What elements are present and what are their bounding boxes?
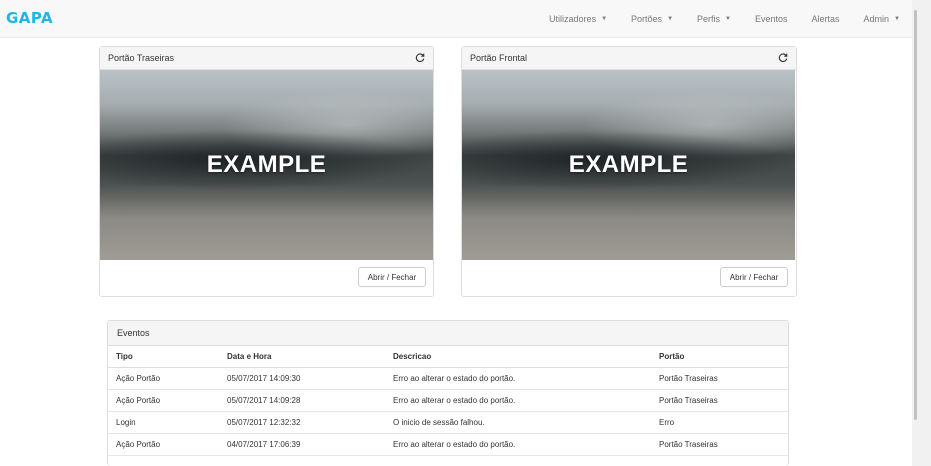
cell-portao: Portão Traseiras	[651, 367, 788, 390]
panel-heading: Portão Frontal	[462, 47, 796, 70]
nav-menu: Utilizadores ▼ Portões ▼ Perfis ▼ Evento…	[537, 0, 912, 37]
page-scrollbar-thumb[interactable]	[914, 10, 917, 420]
cell-portao: Portão Traseiras	[651, 433, 788, 456]
nav-item-portoes[interactable]: Portões ▼	[619, 0, 685, 37]
panel-heading: Portão Traseiras	[100, 47, 433, 70]
table-header-row: Tipo Data e Hora Descricao Portão	[108, 346, 788, 368]
cell-descricao: O inicio de sessão falhou.	[385, 411, 651, 434]
nav-item-eventos[interactable]: Eventos	[743, 0, 800, 37]
column-header-tipo: Tipo	[108, 346, 219, 368]
nav-item-label: Utilizadores	[549, 13, 597, 24]
nav-item-alertas[interactable]: Alertas	[800, 0, 852, 37]
brand-logo[interactable]: GAPA	[6, 9, 53, 27]
table-row: Ação Portão 05/07/2017 14:09:30 Erro ao …	[108, 367, 788, 390]
table-row: Login 05/07/2017 12:32:32 O inicio de se…	[108, 411, 788, 434]
camera-feed-label: EXAMPLE	[206, 151, 327, 178]
cell-tipo: Ação Portão	[108, 367, 219, 390]
refresh-icon[interactable]	[778, 53, 788, 63]
cell-data-hora: 05/07/2017 14:09:30	[219, 367, 385, 390]
camera-title: Portão Frontal	[470, 53, 528, 63]
camera-feed-image: EXAMPLE	[100, 70, 433, 260]
caret-down-icon: ▼	[601, 15, 608, 22]
camera-feed-image: EXAMPLE	[462, 70, 795, 260]
caret-down-icon: ▼	[725, 15, 731, 22]
cell-data-hora: 05/07/2017 14:09:28	[219, 389, 385, 412]
caret-down-icon: ▼	[894, 15, 900, 22]
events-panel: Eventos Tipo Data e Hora Descricao Portã…	[107, 320, 789, 466]
camera-title: Portão Traseiras	[108, 53, 175, 63]
column-header-portao: Portão	[651, 346, 788, 368]
cell-tipo: Login	[108, 411, 219, 434]
camera-feed-label: EXAMPLE	[568, 151, 689, 178]
refresh-icon[interactable]	[415, 53, 425, 63]
nav-item-utilizadores[interactable]: Utilizadores ▼	[537, 0, 619, 37]
nav-item-label: Alertas	[811, 13, 840, 24]
nav-item-label: Eventos	[754, 13, 788, 24]
camera-panel-traseiras: Portão Traseiras EXAMPLE Abrir / Fechar	[99, 46, 434, 297]
nav-item-label: Admin	[863, 13, 890, 24]
events-table: Tipo Data e Hora Descricao Portão Ação P…	[108, 346, 788, 456]
cell-descricao: Erro ao alterar o estado do portão.	[385, 389, 651, 412]
table-row: Ação Portão 04/07/2017 17:06:39 Erro ao …	[108, 433, 788, 456]
nav-item-label: Portões	[631, 13, 663, 24]
open-close-button[interactable]: Abrir / Fechar	[720, 267, 788, 287]
table-row: Ação Portão 05/07/2017 14:09:28 Erro ao …	[108, 389, 788, 412]
open-close-button[interactable]: Abrir / Fechar	[358, 267, 426, 287]
nav-item-perfis[interactable]: Perfis ▼	[685, 0, 743, 37]
caret-down-icon: ▼	[667, 15, 674, 22]
nav-item-label: Perfis	[697, 13, 721, 24]
nav-item-admin[interactable]: Admin ▼	[852, 0, 912, 37]
column-header-descricao: Descricao	[385, 346, 651, 368]
cell-tipo: Ação Portão	[108, 433, 219, 456]
events-heading: Eventos	[108, 321, 788, 346]
column-header-data-hora: Data e Hora	[219, 346, 385, 368]
camera-panel-frontal: Portão Frontal EXAMPLE Abrir / Fechar	[461, 46, 797, 297]
cell-tipo: Ação Portão	[108, 389, 219, 412]
cell-data-hora: 04/07/2017 17:06:39	[219, 433, 385, 456]
cell-portao: Portão Traseiras	[651, 389, 788, 412]
cell-data-hora: 05/07/2017 12:32:32	[219, 411, 385, 434]
cell-portao: Erro	[651, 411, 788, 434]
cell-descricao: Erro ao alterar o estado do portão.	[385, 433, 651, 456]
top-navbar: GAPA Utilizadores ▼ Portões ▼ Perfis ▼ E…	[0, 0, 912, 38]
cell-descricao: Erro ao alterar o estado do portão.	[385, 367, 651, 390]
